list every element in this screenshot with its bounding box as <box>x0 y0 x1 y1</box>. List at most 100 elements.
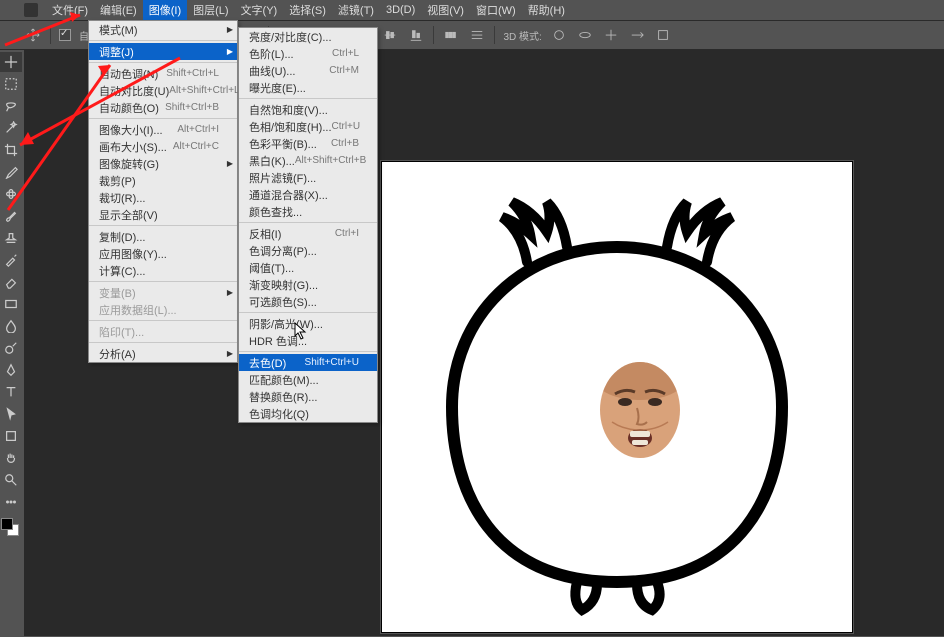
distribute-icon[interactable] <box>442 26 460 44</box>
menu-item[interactable]: 自动色调(N)Shift+Ctrl+L <box>89 65 237 82</box>
adjustments-submenu: 亮度/对比度(C)...色阶(L)...Ctrl+L曲线(U)...Ctrl+M… <box>238 27 378 423</box>
menu-filter[interactable]: 滤镜(T) <box>332 0 380 20</box>
menu-image[interactable]: 图像(I) <box>143 0 187 20</box>
menu-type[interactable]: 文字(Y) <box>235 0 284 20</box>
path-select-tool[interactable] <box>0 404 22 424</box>
menu-item-label: 自动对比度(U) <box>99 83 169 99</box>
menu-item[interactable]: 色相/饱和度(H)...Ctrl+U <box>239 118 377 135</box>
menu-item[interactable]: 调整(J) <box>89 43 237 60</box>
pasted-face-layer[interactable] <box>597 360 683 460</box>
menu-item[interactable]: 自动颜色(O)Shift+Ctrl+B <box>89 99 237 116</box>
menu-item[interactable]: 自然饱和度(V)... <box>239 101 377 118</box>
pen-tool[interactable] <box>0 360 22 380</box>
blur-tool[interactable] <box>0 316 22 336</box>
menu-item[interactable]: 颜色查找... <box>239 203 377 220</box>
menu-item[interactable]: 图像大小(I)...Alt+Ctrl+I <box>89 121 237 138</box>
menu-item[interactable]: 可选颜色(S)... <box>239 293 377 310</box>
menu-item-label: 画布大小(S)... <box>99 139 167 155</box>
menu-item[interactable]: 色彩平衡(B)...Ctrl+B <box>239 135 377 152</box>
brush-tool[interactable] <box>0 206 22 226</box>
menu-item[interactable]: 阈值(T)... <box>239 259 377 276</box>
menu-item[interactable]: 色阶(L)...Ctrl+L <box>239 45 377 62</box>
menu-item[interactable]: 自动对比度(U)Alt+Shift+Ctrl+L <box>89 82 237 99</box>
align-center-v-icon[interactable] <box>381 26 399 44</box>
3d-scale-icon[interactable] <box>654 26 672 44</box>
menu-item[interactable]: 通道混合器(X)... <box>239 186 377 203</box>
crop-tool[interactable] <box>0 140 22 160</box>
menu-layer[interactable]: 图层(L) <box>187 0 234 20</box>
menu-item[interactable]: 应用图像(Y)... <box>89 245 237 262</box>
document-canvas[interactable] <box>382 162 852 632</box>
menu-item-label: 模式(M) <box>99 22 138 38</box>
history-brush-tool[interactable] <box>0 250 22 270</box>
menu-item[interactable]: 模式(M) <box>89 21 237 38</box>
menu-select[interactable]: 选择(S) <box>283 0 332 20</box>
more-align-icon[interactable] <box>468 26 486 44</box>
auto-select-check[interactable] <box>59 29 71 41</box>
menu-item[interactable]: 色调分离(P)... <box>239 242 377 259</box>
color-swatch[interactable] <box>0 518 22 540</box>
3d-pan-icon[interactable] <box>602 26 620 44</box>
menu-item: 陷印(T)... <box>89 323 237 340</box>
menu-item-shortcut: Alt+Ctrl+C <box>173 141 219 152</box>
menu-item[interactable]: 渐变映射(G)... <box>239 276 377 293</box>
menu-item[interactable]: 画布大小(S)... Alt+Ctrl+C <box>89 138 237 155</box>
magic-wand-tool[interactable] <box>0 118 22 138</box>
shape-tool[interactable] <box>0 426 22 446</box>
zoom-tool[interactable] <box>0 470 22 490</box>
menu-item-label: 阈值(T)... <box>249 260 294 276</box>
menu-item[interactable]: 计算(C)... <box>89 262 237 279</box>
eraser-tool[interactable] <box>0 272 22 292</box>
menu-view[interactable]: 视图(V) <box>421 0 470 20</box>
menu-item-label: 阴影/高光(W)... <box>249 316 323 332</box>
heal-tool[interactable] <box>0 184 22 204</box>
menu-item[interactable]: 曲线(U)...Ctrl+M <box>239 62 377 79</box>
eyedropper-tool[interactable] <box>0 162 22 182</box>
menu-item-label: 亮度/对比度(C)... <box>249 29 332 45</box>
type-tool[interactable] <box>0 382 22 402</box>
menu-item[interactable]: 照片滤镜(F)... <box>239 169 377 186</box>
align-bottom-icon[interactable] <box>407 26 425 44</box>
menu-file[interactable]: 文件(F) <box>46 0 94 20</box>
menu-item-label: 曝光度(E)... <box>249 80 306 96</box>
menu-item[interactable]: 裁切(R)... <box>89 189 237 206</box>
menu-item[interactable]: 图像旋转(G) <box>89 155 237 172</box>
menu-item[interactable]: 匹配颜色(M)... <box>239 371 377 388</box>
marquee-tool[interactable] <box>0 74 22 94</box>
edit-toolbar[interactable] <box>0 492 22 512</box>
stamp-tool[interactable] <box>0 228 22 248</box>
menu-item-label: 计算(C)... <box>99 263 145 279</box>
menu-item[interactable]: 显示全部(V) <box>89 206 237 223</box>
menu-item-shortcut: Alt+Ctrl+I <box>177 124 219 135</box>
menu-item[interactable]: HDR 色调... <box>239 332 377 349</box>
lasso-tool[interactable] <box>0 96 22 116</box>
menu-item[interactable]: 去色(D)Shift+Ctrl+U <box>239 354 377 371</box>
menu-item[interactable]: 反相(I)Ctrl+I <box>239 225 377 242</box>
menu-item[interactable]: 裁剪(P) <box>89 172 237 189</box>
menu-item[interactable]: 复制(D)... <box>89 228 237 245</box>
menu-item-label: HDR 色调... <box>249 333 307 349</box>
menu-item[interactable]: 曝光度(E)... <box>239 79 377 96</box>
move-tool[interactable] <box>0 52 22 72</box>
menubar: 文件(F) 编辑(E) 图像(I) 图层(L) 文字(Y) 选择(S) 滤镜(T… <box>0 0 944 20</box>
3d-orbit-icon[interactable] <box>550 26 568 44</box>
3d-slide-icon[interactable] <box>628 26 646 44</box>
hand-tool[interactable] <box>0 448 22 468</box>
menu-item[interactable]: 黑白(K)...Alt+Shift+Ctrl+B <box>239 152 377 169</box>
mode3d-label: 3D 模式: <box>503 28 541 43</box>
menu-item-label: 图像旋转(G) <box>99 156 159 172</box>
menu-item[interactable]: 亮度/对比度(C)... <box>239 28 377 45</box>
menu-item[interactable]: 色调均化(Q) <box>239 405 377 422</box>
menu-item[interactable]: 分析(A) <box>89 345 237 362</box>
3d-rotate-icon[interactable] <box>576 26 594 44</box>
menu-item[interactable]: 替换颜色(R)... <box>239 388 377 405</box>
menu-item[interactable]: 阴影/高光(W)... <box>239 315 377 332</box>
menu-help[interactable]: 帮助(H) <box>522 0 571 20</box>
menu-separator <box>89 342 237 343</box>
dodge-tool[interactable] <box>0 338 22 358</box>
menu-edit[interactable]: 编辑(E) <box>94 0 143 20</box>
gradient-tool[interactable] <box>0 294 22 314</box>
menu-window[interactable]: 窗口(W) <box>470 0 522 20</box>
menu-item-shortcut: Shift+Ctrl+U <box>305 357 359 368</box>
menu-3d[interactable]: 3D(D) <box>380 2 421 18</box>
